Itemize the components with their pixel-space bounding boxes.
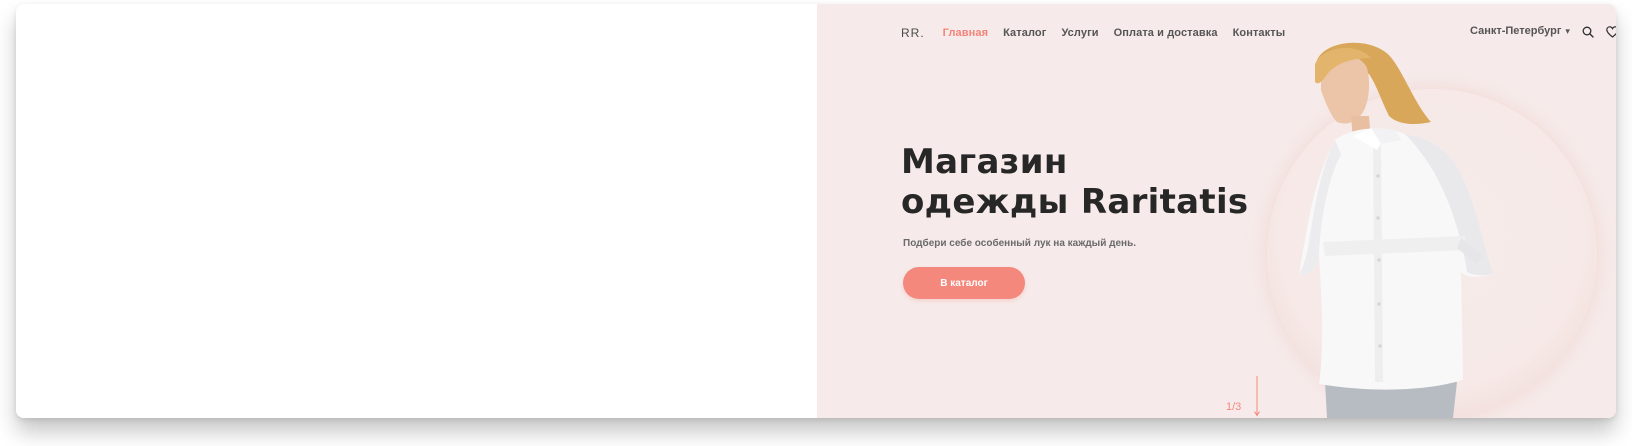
catalog-button[interactable]: В каталог	[903, 267, 1025, 299]
nav-link-catalog[interactable]: Каталог	[1003, 27, 1046, 39]
hero-subtitle: Подбери себе особенный лук на каждый ден…	[903, 238, 1137, 249]
arrow-down-icon[interactable]	[1253, 376, 1261, 418]
nav-link-home[interactable]: Главная	[943, 27, 988, 39]
city-selector[interactable]: Санкт-Петербург ▾	[1470, 25, 1570, 37]
main-nav: RR. Главная Каталог Услуги Оплата и дост…	[901, 24, 1300, 42]
city-label: Санкт-Петербург	[1470, 25, 1562, 37]
chevron-down-icon: ▾	[1565, 26, 1570, 36]
nav-link-contacts[interactable]: Контакты	[1233, 27, 1286, 39]
hero-title: Магазин одежды Raritatis	[901, 142, 1248, 222]
nav-link-payment-delivery[interactable]: Оплата и доставка	[1114, 27, 1218, 39]
search-icon[interactable]	[1582, 26, 1594, 38]
hero-title-line-1: Магазин	[901, 142, 1068, 182]
browser-frame: RR. Главная Каталог Услуги Оплата и дост…	[16, 4, 1616, 418]
model-photo	[1299, 42, 1493, 418]
slide-counter: 1/3	[1226, 401, 1242, 413]
nav-link-services[interactable]: Услуги	[1061, 27, 1098, 39]
site-logo[interactable]: RR.	[901, 26, 925, 40]
heart-icon[interactable]	[1606, 26, 1616, 38]
hero-title-line-2: одежды Raritatis	[901, 182, 1249, 222]
blank-left-panel	[16, 4, 817, 418]
hero-section: RR. Главная Каталог Услуги Оплата и дост…	[817, 4, 1616, 418]
